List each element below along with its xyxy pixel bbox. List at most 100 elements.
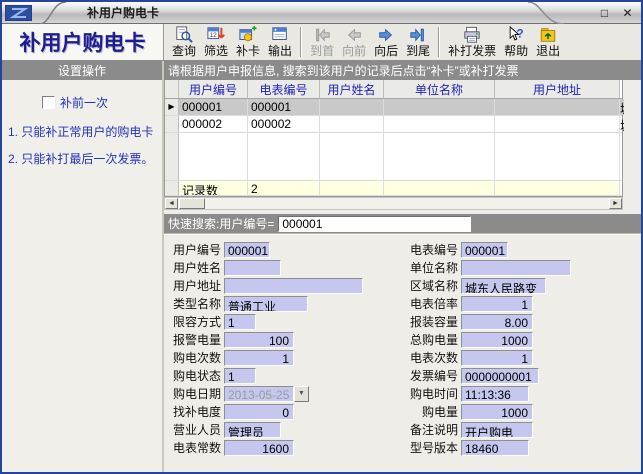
titlebar-swoosh — [38, 2, 68, 24]
cell-user-id[interactable]: 000001 — [179, 99, 248, 115]
model-version-field[interactable]: 18460 — [461, 440, 529, 456]
capacity-limit-mode-field[interactable]: 1 — [224, 314, 256, 330]
type-name-field[interactable]: 普通工业 — [224, 296, 308, 312]
filter-button[interactable]: 12 筛选 — [201, 25, 231, 59]
instruction-banner: 请根据用户申报信息, 搜索到该用户的记录后点击“补卡”或补打发票 — [164, 61, 641, 80]
column-header-meter-id[interactable]: 电表编号 — [248, 80, 320, 98]
grid-corner-cell — [165, 80, 179, 98]
purchase-time-field[interactable]: 11:13:36 — [461, 386, 529, 402]
quick-search-input[interactable] — [278, 216, 471, 232]
cell-user-id[interactable]: 000002 — [179, 116, 248, 132]
column-header-user-name[interactable]: 用户姓名 — [320, 80, 384, 98]
first-record-button[interactable]: 到首 — [307, 25, 337, 59]
row-selector — [165, 133, 179, 180]
cell-user-name[interactable] — [320, 99, 384, 115]
column-header-user-id[interactable]: 用户编号 — [179, 80, 248, 98]
empty-cell — [320, 181, 384, 195]
chevron-down-icon[interactable]: ▼ — [294, 386, 309, 402]
cell-user-address[interactable] — [495, 116, 620, 132]
detail-form: 用户编号000001 用户姓名 用户地址 类型名称普通工业 限容方式1 报警电量… — [164, 235, 641, 472]
exit-button[interactable]: 退出 — [533, 25, 563, 59]
invoice-number-field[interactable]: 0000000001 — [461, 368, 539, 384]
next-arrow-icon — [376, 26, 396, 44]
reprint-invoice-button[interactable]: 补打发票 — [445, 25, 499, 59]
cell-meter-id[interactable]: 000002 — [248, 116, 320, 132]
first-arrow-icon — [312, 26, 332, 44]
titlebar-swoosh-right — [526, 2, 566, 24]
field-label: 电表常数 — [164, 439, 224, 456]
form-right-column: 电表编号000001 单位名称 区域名称城东人民路变 电表倍率1 报装容量8.0… — [401, 241, 571, 472]
prev-arrow-icon — [344, 26, 364, 44]
toolbar-separator — [438, 27, 440, 57]
empty-cell — [248, 133, 320, 180]
field-label: 用户姓名 — [164, 259, 224, 276]
card-plus-icon — [238, 26, 258, 44]
purchase-status-field[interactable]: 1 — [224, 368, 256, 384]
cell-user-name[interactable] — [320, 116, 384, 132]
meter-ratio-field[interactable]: 1 — [461, 296, 533, 312]
prev-record-button[interactable]: 向前 — [339, 25, 369, 59]
field-label: 报警电量 — [164, 331, 224, 348]
checkbox-icon[interactable] — [42, 96, 55, 109]
total-purchase-field[interactable]: 1000 — [461, 332, 533, 348]
instruction-banner-text: 请根据用户申报信息, 搜索到该用户的记录后点击“补卡”或补打发票 — [168, 62, 519, 79]
field-label: 购电日期 — [164, 385, 224, 402]
horizontal-scrollbar[interactable]: ◄ ► — [164, 197, 623, 210]
last-record-button[interactable]: 到尾 — [403, 25, 433, 59]
field-label: 总购电量 — [401, 331, 461, 348]
field-label: 发票编号 — [401, 367, 461, 384]
reprint-invoice-label: 补打发票 — [448, 44, 496, 58]
empty-cell — [179, 133, 248, 180]
compensation-power-field[interactable]: 0 — [224, 404, 294, 420]
purchase-date-combo[interactable]: 2013-05-25 — [224, 386, 294, 402]
purchase-amount-field[interactable]: 1000 — [461, 404, 533, 420]
scrollbar-thumb[interactable] — [179, 198, 205, 209]
sidebar-note-2: 2. 只能补打最后一次发票。 — [8, 152, 156, 167]
meter-count-field[interactable]: 1 — [461, 350, 533, 366]
column-header-unit-name[interactable]: 单位名称 — [384, 80, 495, 98]
field-label: 营业人员 — [164, 421, 224, 438]
replace-card-button[interactable]: 补卡 — [233, 25, 263, 59]
prev-record-label: 向前 — [342, 44, 366, 58]
close-button[interactable]: ✕ — [620, 5, 635, 20]
next-record-button[interactable]: 向后 — [371, 25, 401, 59]
user-grid: 用户编号 电表编号 用户姓名 单位名称 用户地址 ▶ 000001 000001… — [164, 80, 623, 197]
area-name-field[interactable]: 城东人民路变 — [461, 278, 546, 294]
cell-clipped: 城 — [620, 99, 624, 115]
purchase-count-field[interactable]: 1 — [224, 350, 294, 366]
alarm-power-field[interactable]: 100 — [224, 332, 294, 348]
table-row[interactable]: ▶ 000001 000001 城 — [165, 99, 622, 116]
window-title: 补用户购电卡 — [87, 4, 159, 21]
installed-capacity-field[interactable]: 8.00 — [461, 314, 533, 330]
field-label: 报装容量 — [401, 313, 461, 330]
user-id-field[interactable]: 000001 — [224, 242, 270, 258]
remark-field[interactable]: 开户购电 — [461, 422, 533, 438]
scroll-right-arrow-icon[interactable]: ► — [609, 198, 622, 209]
main-area: 设置操作 补前一次 1. 只能补正常用户的购电卡 2. 只能补打最后一次发票。 … — [2, 61, 641, 472]
user-name-field[interactable] — [224, 260, 281, 276]
exit-label: 退出 — [536, 44, 560, 58]
cell-unit-name[interactable] — [384, 116, 495, 132]
page-title: 补用户购电卡 — [20, 27, 146, 57]
field-label: 购电时间 — [401, 385, 461, 402]
meter-id-field[interactable]: 000001 — [461, 242, 508, 258]
operator-field[interactable]: 管理员 — [224, 422, 281, 438]
output-button[interactable]: 输出 — [265, 25, 295, 59]
unit-name-field[interactable] — [461, 260, 571, 276]
maximize-button[interactable]: □ — [597, 5, 612, 20]
table-row[interactable]: 000002 000002 城 — [165, 116, 622, 133]
field-label: 购电次数 — [164, 349, 224, 366]
app-title-panel: 补用户购电卡 — [2, 24, 164, 60]
meter-constant-field[interactable]: 1600 — [224, 440, 294, 456]
toolbar: 查询 12 筛选 补卡 输出 — [164, 24, 641, 60]
user-address-field[interactable] — [224, 278, 363, 294]
grid-header-row: 用户编号 电表编号 用户姓名 单位名称 用户地址 — [165, 80, 622, 99]
column-header-user-address[interactable]: 用户地址 — [495, 80, 620, 98]
cell-user-address[interactable] — [495, 99, 620, 115]
cell-unit-name[interactable] — [384, 99, 495, 115]
cell-meter-id[interactable]: 000001 — [248, 99, 320, 115]
query-button[interactable]: 查询 — [169, 25, 199, 59]
help-button[interactable]: ? 帮助 — [501, 25, 531, 59]
scroll-left-arrow-icon[interactable]: ◄ — [165, 198, 178, 209]
reissue-previous-checkbox-row[interactable]: 补前一次 — [42, 94, 156, 111]
